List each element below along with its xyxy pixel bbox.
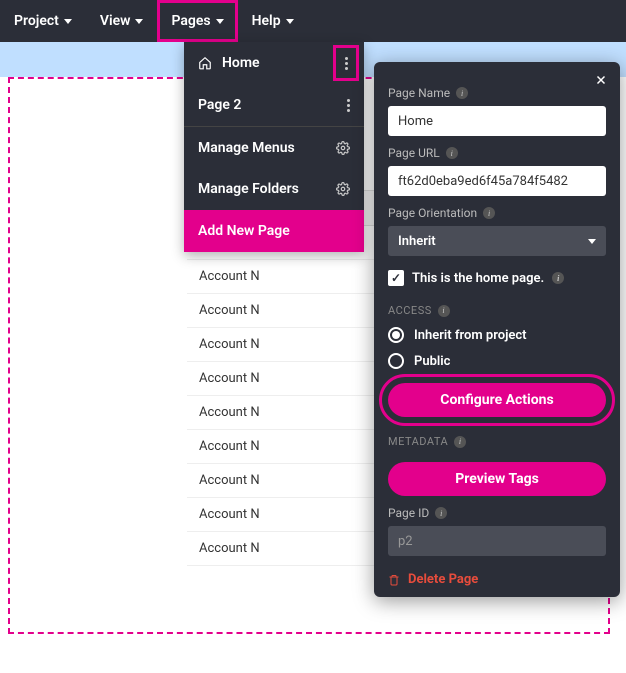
delete-page-label: Delete Page <box>408 572 478 587</box>
pages-dropdown: Home Page 2 Manage Menus Manage Folders … <box>184 42 364 252</box>
table-cell-left: Account N <box>199 405 260 420</box>
page-orientation-label: Page Orientation i <box>388 206 606 220</box>
orientation-value: Inherit <box>398 234 436 249</box>
menu-help-label: Help <box>252 13 281 29</box>
info-icon[interactable]: i <box>552 272 564 284</box>
delete-page-button[interactable]: Delete Page <box>388 572 606 587</box>
access-public-label: Public <box>414 354 450 369</box>
page-id-label: Page ID i <box>388 506 606 520</box>
menu-pages-label: Pages <box>171 13 210 29</box>
table-cell-left: Account N <box>199 507 260 522</box>
access-inherit-label: Inherit from project <box>414 328 527 343</box>
dropdown-add-label: Add New Page <box>198 223 290 239</box>
checkbox-checked-icon: ✓ <box>388 270 404 286</box>
menu-project-label: Project <box>14 13 59 29</box>
chevron-down-icon <box>216 19 224 24</box>
page-options-button[interactable] <box>347 99 350 112</box>
dropdown-page2-label: Page 2 <box>198 97 241 113</box>
page-orientation-select[interactable]: Inherit <box>388 226 606 256</box>
home-icon <box>198 56 212 70</box>
radio-checked-icon <box>388 327 404 343</box>
preview-tags-button[interactable]: Preview Tags <box>388 462 606 496</box>
access-public-radio[interactable]: Public <box>388 353 606 369</box>
dropdown-manage-menus[interactable]: Manage Menus <box>184 126 364 168</box>
menu-view[interactable]: View <box>86 0 158 42</box>
chevron-down-icon <box>135 19 143 24</box>
trash-icon <box>388 573 400 587</box>
chevron-down-icon <box>64 19 72 24</box>
close-button[interactable] <box>594 72 608 91</box>
chevron-down-icon <box>286 19 294 24</box>
configure-actions-button[interactable]: Configure Actions <box>388 383 606 417</box>
gear-icon <box>336 141 350 155</box>
dropdown-manage-menus-label: Manage Menus <box>198 140 295 156</box>
menu-project[interactable]: Project <box>0 0 86 42</box>
table-cell-left: Account N <box>199 371 260 386</box>
table-cell-left: Account N <box>199 337 260 352</box>
info-icon[interactable]: i <box>483 207 495 219</box>
table-cell-left: Account N <box>199 439 260 454</box>
top-menu-bar: Project View Pages Help <box>0 0 626 42</box>
page-url-label: Page URL i <box>388 146 606 160</box>
radio-unchecked-icon <box>388 353 404 369</box>
page-options-button[interactable] <box>336 48 356 78</box>
dropdown-item-home[interactable]: Home <box>184 42 364 84</box>
page-properties-panel: Page Name i Page URL i Page Orientation … <box>374 62 620 597</box>
info-icon[interactable]: i <box>435 507 447 519</box>
table-cell-left: Account N <box>199 269 260 284</box>
access-section-header: ACCESS i <box>388 304 606 317</box>
dropdown-item-page2[interactable]: Page 2 <box>184 84 364 126</box>
vertical-dots-icon <box>347 99 350 112</box>
info-icon[interactable]: i <box>454 436 466 448</box>
close-icon <box>594 73 608 87</box>
homepage-label: This is the home page. <box>412 271 544 286</box>
table-cell-left: Account N <box>199 473 260 488</box>
dropdown-manage-folders-label: Manage Folders <box>198 181 299 197</box>
page-name-label: Page Name i <box>388 86 606 100</box>
vertical-dots-icon <box>345 57 348 70</box>
table-cell-left: Account N <box>199 303 260 318</box>
gear-icon <box>336 182 350 196</box>
menu-view-label: View <box>100 13 131 29</box>
metadata-section-header: METADATA i <box>388 435 606 448</box>
table-cell-left: Account N <box>199 541 260 556</box>
access-inherit-radio[interactable]: Inherit from project <box>388 327 606 343</box>
menu-pages[interactable]: Pages <box>157 0 237 42</box>
dropdown-home-label: Home <box>222 55 260 71</box>
dropdown-manage-folders[interactable]: Manage Folders <box>184 168 364 210</box>
info-icon[interactable]: i <box>446 147 458 159</box>
page-name-input[interactable] <box>388 106 606 136</box>
dropdown-add-new-page[interactable]: Add New Page <box>184 210 364 252</box>
menu-help[interactable]: Help <box>238 0 308 42</box>
chevron-down-icon <box>588 239 596 244</box>
page-url-input[interactable] <box>388 166 606 196</box>
page-id-value: p2 <box>388 526 606 556</box>
homepage-checkbox-row[interactable]: ✓ This is the home page. i <box>388 270 606 286</box>
info-icon[interactable]: i <box>438 305 450 317</box>
info-icon[interactable]: i <box>456 87 468 99</box>
